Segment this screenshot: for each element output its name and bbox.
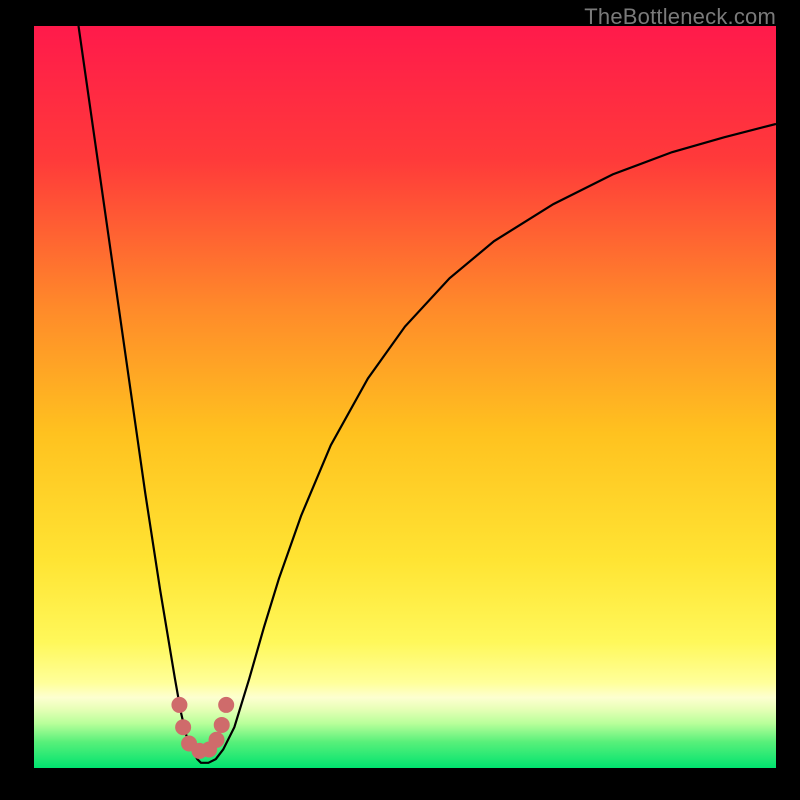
plot-area (34, 26, 776, 768)
optimal-marker (171, 697, 187, 713)
optimal-marker (214, 717, 230, 733)
optimal-marker (175, 719, 191, 735)
optimal-marker (209, 732, 225, 748)
chart-frame: TheBottleneck.com (0, 0, 800, 800)
watermark-text: TheBottleneck.com (584, 4, 776, 30)
gradient-background (34, 26, 776, 768)
optimal-marker (218, 697, 234, 713)
chart-svg (34, 26, 776, 768)
